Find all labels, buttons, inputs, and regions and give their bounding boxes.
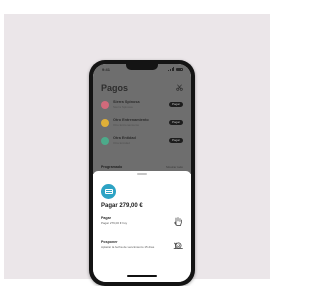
phone-screen: 9:41 Pagos Sierra Spinosa Sierra Spinosa… [93,64,191,282]
payee-name: Otra Entidad [113,136,136,140]
signal-icon [168,67,174,71]
option-postpone[interactable]: Posponer Aplazar la fecha de vencimiento… [101,240,185,262]
battery-icon [176,68,183,71]
hand-gesture-icon [174,217,182,226]
section-label: Programado [101,165,123,169]
list-item[interactable]: Sierra Spinosa Sierra Spinosa Pagar [101,99,183,113]
payee-avatar [101,101,109,109]
sheet-handle[interactable] [137,173,147,175]
status-bar: 9:41 [93,64,191,76]
background-canvas: 9:41 Pagos Sierra Spinosa Sierra Spinosa… [4,14,270,286]
sheet-title: Pagar 279,00 € [101,203,143,209]
option-subtitle: Pagar 279,00 € hoy [101,221,128,225]
option-subtitle: Aplazar la fecha de vencimiento 15 días [101,245,155,249]
bottom-sheet: Pagar 279,00 € Pagar Pagar 279,00 € hoy … [93,171,191,282]
payee-avatar [101,119,109,127]
payee-detail: Otra Entidad [113,141,130,145]
phone-frame: 9:41 Pagos Sierra Spinosa Sierra Spinosa… [89,60,195,286]
pay-pill-button[interactable]: Pagar [168,102,183,107]
payee-avatar [101,137,109,145]
status-icons [168,67,183,71]
pay-pill-button[interactable]: Pagar [168,138,183,143]
list-item[interactable]: Otra Entidad Otra Entidad Pagar [101,135,183,149]
page-title: Pagos [101,83,129,93]
phone-notch [126,64,158,70]
credit-card-icon [101,184,116,199]
payee-name: Sierra Spinosa [113,100,140,104]
payee-name: Otro Entrenamiento [113,118,149,122]
snail-icon [173,242,183,249]
pay-pill-button[interactable]: Pagar [168,120,183,125]
payee-detail: Otro Entrenamiento [113,123,140,127]
option-title: Posponer [101,240,118,244]
option-pay[interactable]: Pagar Pagar 279,00 € hoy [101,216,185,238]
home-indicator [127,275,157,277]
scissors-icon[interactable] [176,84,183,91]
dimmed-payments-screen: 9:41 Pagos Sierra Spinosa Sierra Spinosa… [93,64,191,174]
list-item[interactable]: Otro Entrenamiento Otro Entrenamiento Pa… [101,117,183,131]
option-title: Pagar [101,216,111,220]
show-all-link[interactable]: Mostrar todo [166,165,183,169]
status-time: 9:41 [102,67,111,72]
payee-detail: Sierra Spinosa [113,105,133,109]
